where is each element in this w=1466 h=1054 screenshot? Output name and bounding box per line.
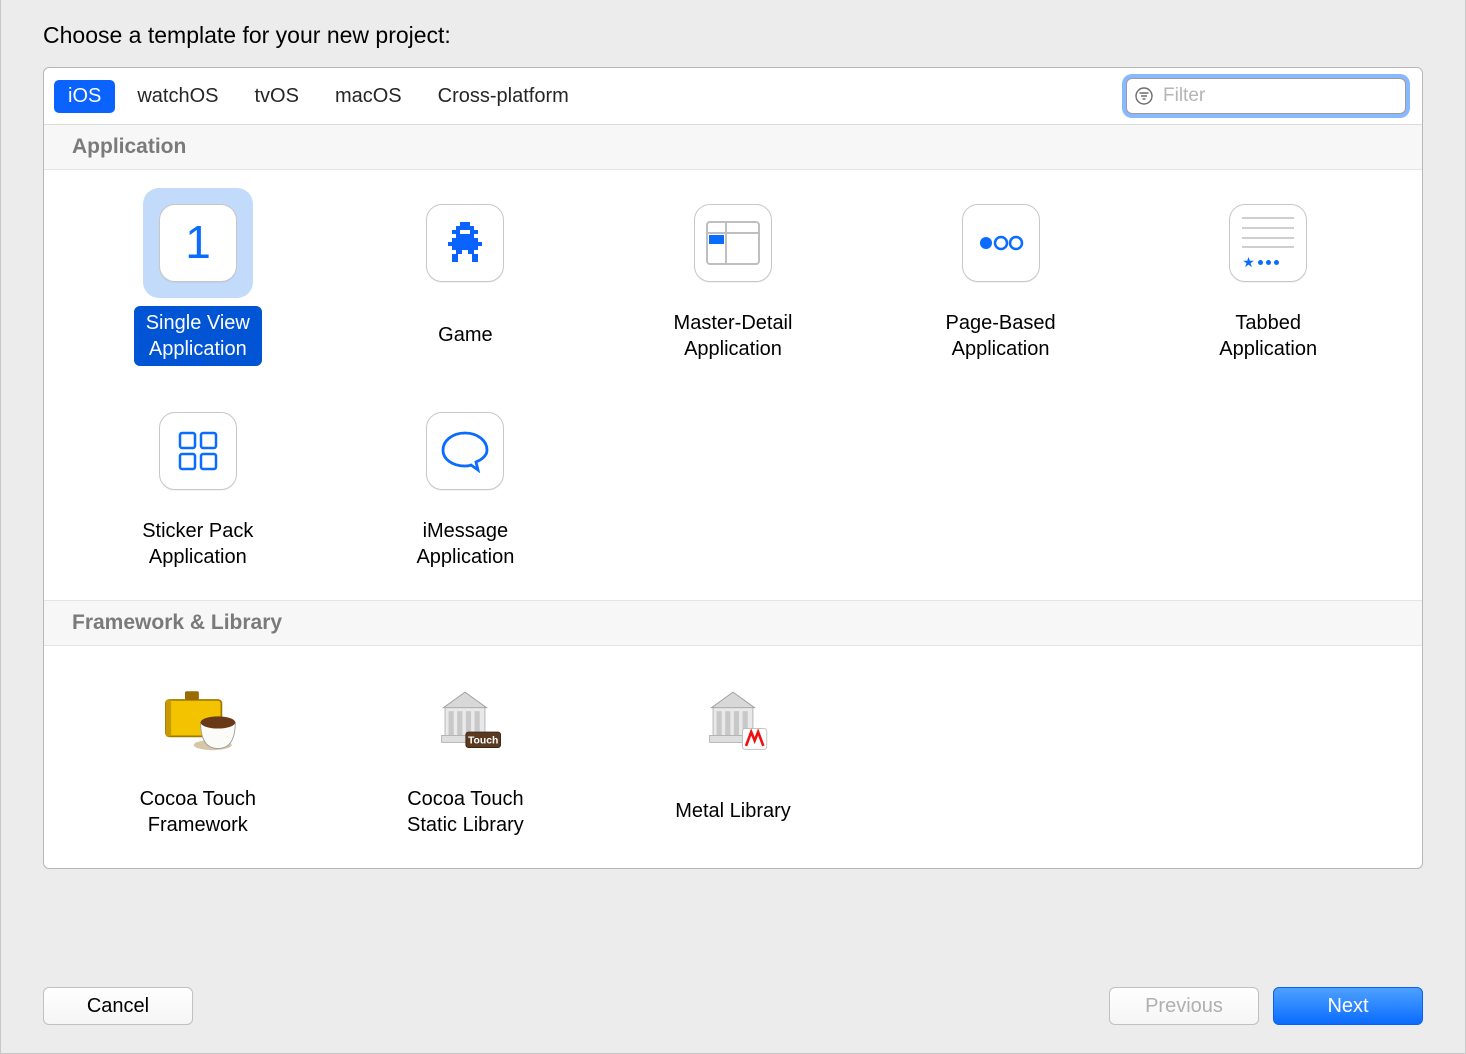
game-icon: [426, 204, 504, 282]
template-master-detail[interactable]: Master-Detail Application: [599, 184, 867, 370]
template-game[interactable]: Game: [332, 184, 600, 370]
tabbed-icon: ★: [1229, 204, 1307, 282]
filter-icon: [1135, 87, 1153, 105]
imessage-icon: [426, 412, 504, 490]
metal-library-icon: [694, 680, 772, 758]
framework-grid: Cocoa Touch Framework: [44, 646, 1422, 868]
section-header-application: Application: [44, 125, 1422, 170]
previous-button[interactable]: Previous: [1109, 987, 1259, 1025]
cocoa-touch-static-icon: Touch: [426, 680, 504, 758]
platform-tab-watchos[interactable]: watchOS: [123, 80, 232, 113]
platform-bar: iOS watchOS tvOS macOS Cross-platform: [44, 68, 1422, 125]
svg-text:1: 1: [185, 218, 211, 268]
platform-tab-ios[interactable]: iOS: [54, 80, 115, 113]
template-sticker-pack[interactable]: Sticker Pack Application: [64, 392, 332, 578]
master-detail-icon: [694, 204, 772, 282]
platform-tab-macos[interactable]: macOS: [321, 80, 416, 113]
template-single-view-application[interactable]: 1 Single View Application: [64, 184, 332, 370]
platform-tab-tvos[interactable]: tvOS: [241, 80, 313, 113]
template-cocoa-touch-static-library[interactable]: Touch Cocoa Touch Static Library: [332, 660, 600, 846]
sticker-pack-icon: [159, 412, 237, 490]
cocoa-touch-framework-icon: [159, 680, 237, 758]
application-grid: 1 Single View Application: [44, 170, 1422, 600]
template-page-based[interactable]: Page-Based Application: [867, 184, 1135, 370]
new-project-sheet: Choose a template for your new project: …: [0, 0, 1466, 1054]
svg-text:Touch: Touch: [468, 735, 498, 746]
sheet-title: Choose a template for your new project:: [43, 22, 1423, 49]
page-based-icon: [962, 204, 1040, 282]
template-tabbed[interactable]: ★ Tabbed Application: [1134, 184, 1402, 370]
template-imessage[interactable]: iMessage Application: [332, 392, 600, 578]
template-cocoa-touch-framework[interactable]: Cocoa Touch Framework: [64, 660, 332, 846]
single-view-icon: 1: [159, 204, 237, 282]
next-button[interactable]: Next: [1273, 987, 1423, 1025]
filter-field-wrap: [1126, 78, 1406, 114]
template-metal-library[interactable]: Metal Library: [599, 660, 867, 846]
platform-tab-crossplatform[interactable]: Cross-platform: [424, 80, 583, 113]
button-row: Cancel Previous Next: [43, 987, 1423, 1025]
filter-input[interactable]: [1126, 78, 1406, 114]
section-header-framework: Framework & Library: [44, 600, 1422, 646]
template-panel: iOS watchOS tvOS macOS Cross-platform Ap…: [43, 67, 1423, 869]
cancel-button[interactable]: Cancel: [43, 987, 193, 1025]
